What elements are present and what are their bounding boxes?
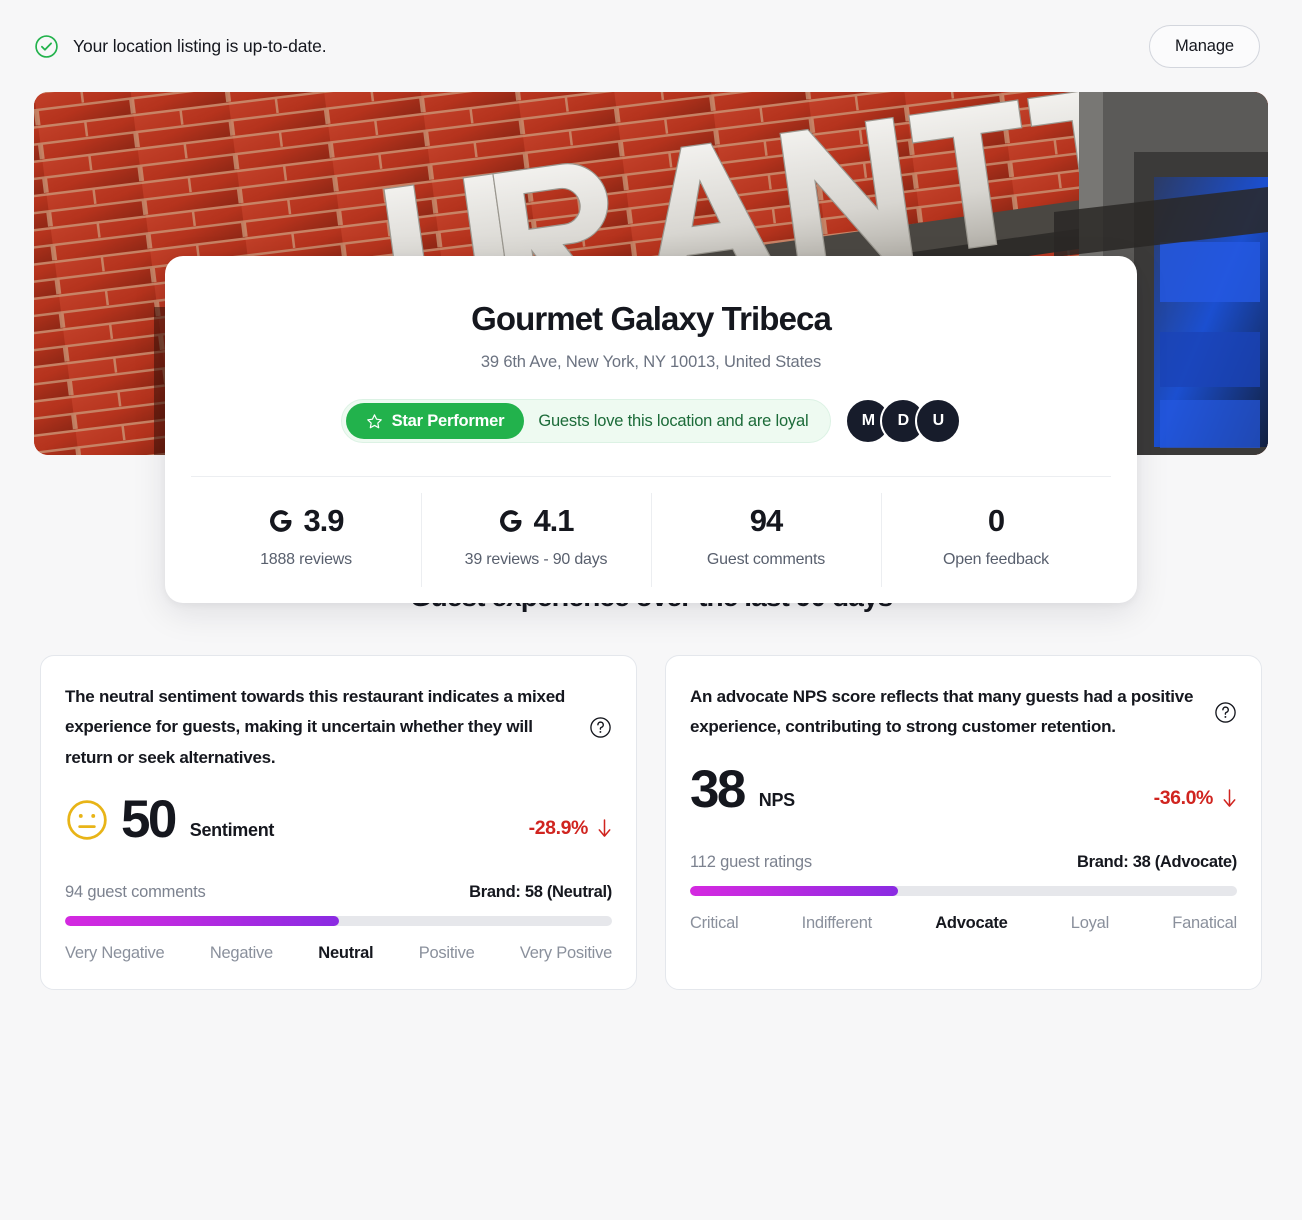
sentiment-progress-fill — [65, 916, 339, 927]
nps-metric: 38 NPS — [690, 759, 795, 819]
stat-value-wrap: 94 — [659, 505, 873, 536]
stat-open-feedback: 0 Open feedback — [881, 477, 1111, 603]
sentiment-value: 50 — [121, 789, 177, 849]
stat-label: 1888 reviews — [260, 551, 352, 568]
scale-label-advocate: Advocate — [935, 913, 1008, 932]
hero-section: Gourmet Galaxy Tribeca 39 6th Ave, New Y… — [34, 92, 1268, 603]
help-circle-icon[interactable] — [589, 716, 612, 739]
sentiment-progress-track — [65, 916, 612, 927]
stat-label: 39 reviews - 90 days — [464, 551, 608, 568]
nps-progress-fill — [690, 885, 898, 896]
sentiment-bar-header: 94 guest comments Brand: 58 (Neutral) — [65, 883, 612, 902]
sentiment-card: The neutral sentiment towards this resta… — [40, 655, 637, 991]
sentiment-brand-benchmark: Brand: 58 (Neutral) — [469, 883, 612, 902]
nps-scale: Critical Indifferent Advocate Loyal Fana… — [690, 914, 1237, 933]
stat-value: 3.9 — [303, 503, 344, 538]
scale-label-loyal: Loyal — [1070, 913, 1109, 932]
nps-value: 38 — [690, 759, 746, 819]
neutral-face-icon — [67, 800, 107, 840]
sentiment-unit: Sentiment — [189, 820, 275, 841]
nps-brand-benchmark: Brand: 38 (Advocate) — [1077, 852, 1237, 871]
arrow-down-icon — [598, 819, 611, 837]
sentiment-metric-row: 50 Sentiment -28.9% — [65, 789, 612, 849]
team-avatars: M D U — [845, 398, 962, 444]
sentiment-scale: Very Negative Negative Neutral Positive … — [65, 944, 612, 963]
google-g-icon — [270, 509, 292, 532]
stat-value-wrap: 0 — [889, 505, 1103, 536]
stat-label: Guest comments — [706, 551, 826, 568]
scale-label-neutral: Neutral — [318, 944, 374, 963]
location-summary-card: Gourmet Galaxy Tribeca 39 6th Ave, New Y… — [165, 256, 1137, 603]
stat-value-wrap: 4.1 — [429, 505, 643, 536]
check-circle-icon — [35, 34, 58, 58]
scale-label-indifferent: Indifferent — [801, 913, 873, 932]
nps-card: An advocate NPS score reflects that many… — [665, 655, 1262, 991]
nps-count: 112 guest ratings — [690, 852, 812, 871]
arrow-down-icon — [1223, 789, 1236, 807]
location-address: 39 6th Ave, New York, NY 10013, United S… — [480, 353, 822, 371]
manage-button[interactable]: Manage — [1148, 24, 1260, 68]
nps-unit: NPS — [758, 789, 795, 810]
stat-value: 0 — [987, 503, 1005, 538]
sentiment-delta-value: -28.9% — [528, 817, 589, 840]
stat-value: 4.1 — [533, 503, 574, 538]
nps-metric-row: 38 NPS -36.0% — [690, 759, 1237, 819]
stat-google-rating-all: 3.9 1888 reviews — [191, 477, 421, 603]
stat-value-wrap: 3.9 — [199, 505, 413, 536]
sentiment-metric: 50 Sentiment — [65, 789, 275, 849]
sentiment-count: 94 guest comments — [65, 883, 206, 902]
nps-delta: -36.0% — [1154, 787, 1237, 815]
avatar[interactable]: U — [915, 398, 962, 444]
nps-progress-track — [690, 885, 1237, 896]
experience-cards: The neutral sentiment towards this resta… — [40, 655, 1262, 991]
scale-label-fanatical: Fanatical — [1172, 913, 1237, 932]
badge-row: Star Performer Guests love this location… — [191, 398, 1111, 444]
scale-label-very-positive: Very Positive — [519, 944, 612, 963]
location-stats: 3.9 1888 reviews 4.1 39 reviews - 90 day… — [191, 476, 1111, 603]
scale-label-very-negative: Very Negative — [65, 944, 165, 963]
stat-label: Open feedback — [943, 551, 1049, 568]
status-text: Your location listing is up-to-date. — [73, 35, 327, 56]
google-g-icon — [500, 509, 522, 532]
scale-label-positive: Positive — [418, 944, 475, 963]
nps-description: An advocate NPS score reflects that many… — [690, 687, 1194, 737]
star-performer-pill: Star Performer — [345, 403, 525, 439]
star-performer-label: Star Performer — [391, 411, 505, 430]
sentiment-card-header: The neutral sentiment towards this resta… — [65, 682, 612, 773]
nps-delta-value: -36.0% — [1153, 786, 1214, 809]
location-title: Gourmet Galaxy Tribeca — [471, 300, 832, 337]
nps-bar-header: 112 guest ratings Brand: 38 (Advocate) — [690, 853, 1237, 872]
stat-google-rating-90days: 4.1 39 reviews - 90 days — [421, 477, 651, 603]
sentiment-description: The neutral sentiment towards this resta… — [65, 687, 566, 767]
status-message: Your location listing is up-to-date. — [34, 34, 327, 59]
help-circle-icon[interactable] — [1214, 701, 1237, 724]
star-performer-description: Guests love this location and are loyal — [538, 411, 809, 430]
star-icon — [366, 413, 382, 428]
top-status-bar: Your location listing is up-to-date. Man… — [0, 0, 1302, 92]
stat-guest-comments: 94 Guest comments — [651, 477, 881, 603]
nps-card-header: An advocate NPS score reflects that many… — [690, 682, 1237, 743]
sentiment-delta: -28.9% — [529, 817, 612, 845]
stat-value: 94 — [749, 503, 783, 538]
scale-label-critical: Critical — [690, 913, 739, 932]
scale-label-negative: Negative — [209, 944, 273, 963]
star-performer-badge[interactable]: Star Performer Guests love this location… — [340, 399, 832, 443]
